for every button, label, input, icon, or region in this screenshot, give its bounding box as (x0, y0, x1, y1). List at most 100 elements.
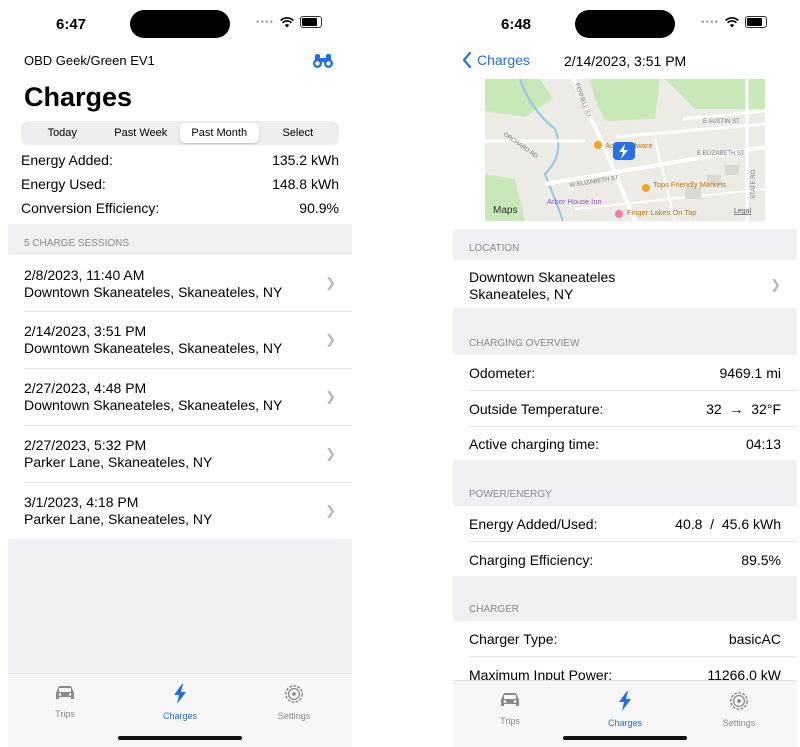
location-cell[interactable]: Downtown Skaneateles Skaneateles, NY ❯ (453, 260, 797, 308)
list-item[interactable]: 2/27/2023, 4:48 PM Downtown Skaneateles,… (8, 369, 352, 425)
session-location: Downtown Skaneateles, Skaneateles, NY (24, 397, 283, 413)
wifi-icon (280, 16, 294, 27)
location-name: Downtown Skaneateles (469, 269, 616, 285)
odometer-row: Odometer: 9469.1 mi (469, 365, 781, 381)
divider (469, 656, 797, 657)
divider (469, 390, 797, 391)
map-place-label: Arbor House Inn (547, 197, 602, 206)
segment-past-month[interactable]: Past Month (180, 123, 259, 143)
conversion-efficiency-row: Conversion Efficiency: 90.9% (8, 200, 352, 216)
power-group: Energy Added/Used: 40.8 / 45.6 kWh Charg… (453, 506, 797, 576)
charger-type-label: Charger Type: (469, 631, 558, 647)
tab-trips[interactable]: Trips (480, 691, 540, 726)
segment-select[interactable]: Select (259, 123, 338, 143)
charges-list-screen: 6:47 •••• OBD Geek/Green EV1 Charges Tod… (8, 0, 352, 747)
tab-settings-label: Settings (277, 711, 311, 721)
bolt-icon (619, 691, 631, 711)
energy-added-used-label: Energy Added/Used: (469, 516, 598, 532)
tab-trips[interactable]: Trips (35, 684, 95, 719)
session-date: 2/27/2023, 4:48 PM (24, 380, 147, 396)
date-range-segmented-control: Today Past Week Past Month Select (21, 121, 339, 145)
map-brand-label: Maps (493, 205, 517, 216)
session-date: 2/27/2023, 5:32 PM (24, 437, 147, 453)
location-map[interactable]: FENNELL ST E AUSTIN ST E ELIZABETH ST W … (485, 79, 765, 221)
home-indicator (118, 736, 242, 740)
battery-icon (745, 16, 767, 28)
charging-efficiency-label: Charging Efficiency: (469, 552, 594, 568)
bolt-icon (174, 684, 186, 704)
vehicle-name: OBD Geek/Green EV1 (24, 53, 155, 68)
charger-type-value: basicAC (728, 631, 781, 647)
power-section-header: POWER/ENERGY (469, 489, 552, 500)
charging-efficiency-row: Charging Efficiency: 89.5% (469, 552, 781, 568)
overview-group: Odometer: 9469.1 mi Outside Temperature:… (453, 355, 797, 460)
location-section-header: LOCATION (469, 243, 520, 254)
tab-charges[interactable]: Charges (150, 684, 210, 721)
chevron-right-icon: ❯ (325, 446, 336, 461)
chevron-right-icon: ❯ (325, 503, 336, 518)
session-location: Parker Lane, Skaneateles, NY (24, 511, 213, 527)
gear-icon (730, 692, 748, 710)
list-item[interactable]: 2/14/2023, 3:51 PM Downtown Skaneateles,… (8, 312, 352, 368)
sessions-list: 2/8/2023, 11:40 AM Downtown Skaneateles,… (8, 255, 352, 539)
conversion-efficiency-value: 90.9% (299, 200, 339, 216)
charge-detail-screen: 6:48 •••• Charges 2/14/2023, 3:51 PM FEN… (453, 0, 797, 747)
session-date: 2/14/2023, 3:51 PM (24, 323, 147, 339)
outside-temperature-row: Outside Temperature: 32 → 32°F (469, 401, 781, 417)
status-bar: 6:47 •••• (8, 0, 352, 48)
odometer-value: 9469.1 mi (719, 365, 781, 381)
map-street-label: E AUSTIN ST (703, 119, 740, 125)
session-location: Downtown Skaneateles, Skaneateles, NY (24, 284, 283, 300)
chevron-right-icon: ❯ (770, 277, 781, 292)
tab-trips-label: Trips (500, 716, 520, 726)
car-icon (56, 686, 74, 699)
segment-past-week[interactable]: Past Week (102, 123, 181, 143)
status-time: 6:47 (56, 16, 87, 33)
tab-settings[interactable]: Settings (264, 684, 324, 721)
charger-section-header: CHARGER (469, 604, 520, 615)
map-legal-link: Legal (734, 208, 752, 215)
energy-added-row: Energy Added: 135.2 kWh (8, 152, 352, 168)
segment-today[interactable]: Today (23, 123, 102, 143)
back-label: Charges (477, 52, 530, 68)
energy-added-used-value: 40.8 / 45.6 kWh (675, 516, 781, 532)
signal-icon: •••• (700, 16, 719, 28)
signal-icon: •••• (255, 16, 274, 28)
sessions-header: 5 CHARGE SESSIONS (24, 238, 130, 249)
active-charging-time-row: Active charging time: 04:13 (469, 436, 781, 452)
battery-icon (300, 16, 322, 28)
divider (469, 426, 797, 427)
page-title: Charges (24, 82, 133, 112)
location-city: Skaneateles, NY (469, 286, 574, 302)
map-street-label: E ELIZABETH ST (697, 151, 745, 157)
energy-added-used-row: Energy Added/Used: 40.8 / 45.6 kWh (469, 516, 781, 532)
map-place-label: Finger Lakes On Tap (627, 208, 697, 217)
tab-settings-label: Settings (722, 718, 756, 728)
dynamic-island (130, 10, 230, 38)
list-item[interactable]: 3/1/2023, 4:18 PM Parker Lane, Skaneatel… (8, 483, 352, 539)
energy-used-label: Energy Used: (21, 176, 106, 192)
binoculars-icon[interactable] (312, 52, 334, 69)
list-item[interactable]: 2/27/2023, 5:32 PM Parker Lane, Skaneate… (8, 426, 352, 482)
charger-group: Charger Type: basicAC Maximum Input Powe… (453, 621, 797, 683)
tab-settings[interactable]: Settings (709, 691, 769, 728)
divider (469, 541, 797, 542)
charging-efficiency-value: 89.5% (741, 552, 781, 568)
session-date: 2/8/2023, 11:40 AM (24, 267, 145, 283)
energy-added-value: 135.2 kWh (272, 152, 339, 168)
map-street-label: STATE RO (751, 170, 757, 199)
list-item[interactable]: 2/8/2023, 11:40 AM Downtown Skaneateles,… (8, 255, 352, 311)
status-time: 6:48 (501, 16, 532, 33)
odometer-label: Odometer: (469, 365, 536, 381)
gear-icon (285, 685, 303, 703)
tab-charges-label: Charges (162, 711, 198, 721)
status-bar: 6:48 •••• (453, 0, 797, 48)
tab-charges[interactable]: Charges (595, 691, 655, 728)
tab-charges-label: Charges (607, 718, 643, 728)
active-charging-time-value: 04:13 (745, 436, 781, 452)
map-place-label: Tops Friendly Markets (653, 180, 727, 189)
back-button[interactable]: Charges (462, 52, 530, 68)
dynamic-island (575, 10, 675, 38)
session-location: Parker Lane, Skaneateles, NY (24, 454, 213, 470)
chevron-right-icon: ❯ (325, 332, 336, 347)
